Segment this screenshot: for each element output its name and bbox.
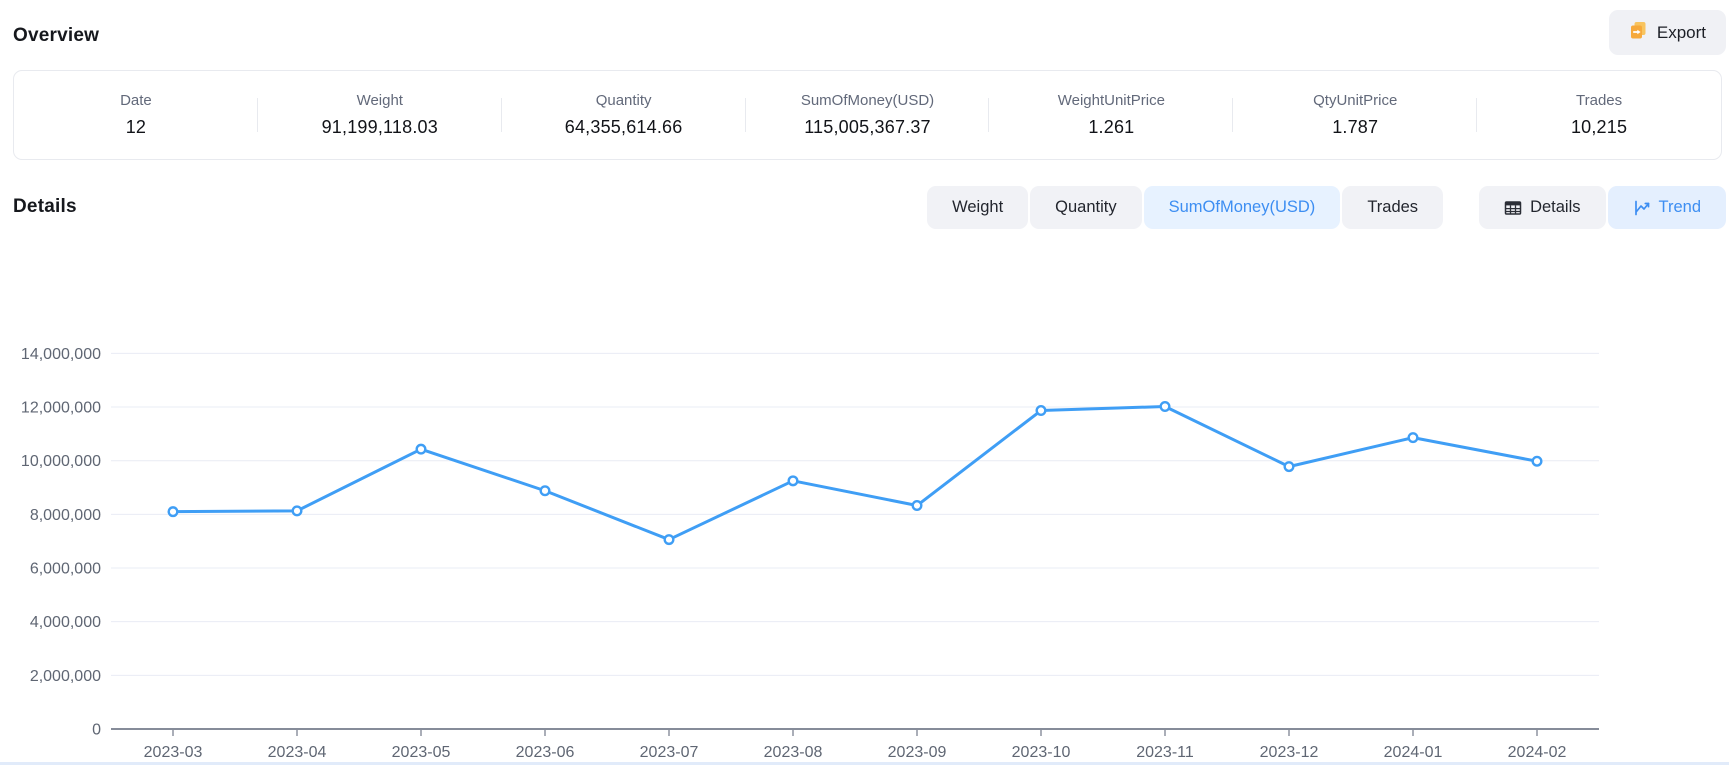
stat-sum-of-money: SumOfMoney(USD) 115,005,367.37 — [746, 86, 990, 144]
overview-heading: Overview — [13, 25, 99, 47]
chart-data-point[interactable] — [1409, 433, 1418, 442]
view-tab-details[interactable]: Details — [1479, 186, 1605, 229]
stat-qty-unit-price: QtyUnitPrice 1.787 — [1233, 86, 1477, 144]
stat-label: Weight — [258, 92, 502, 109]
stat-trades: Trades 10,215 — [1477, 86, 1721, 144]
chart-data-point[interactable] — [541, 486, 550, 495]
metric-tab-group: Weight Quantity SumOfMoney(USD) Trades — [927, 186, 1443, 229]
trend-chart-area: 0 2,000,000 4,000,000 6,000,000 8,000,000 10,… — [0, 270, 1729, 765]
chart-data-point[interactable] — [169, 507, 178, 516]
chart-data-point[interactable] — [293, 507, 302, 516]
view-tab-trend[interactable]: Trend — [1608, 186, 1727, 229]
stat-weight-unit-price: WeightUnitPrice 1.261 — [989, 86, 1233, 144]
overview-stats-card: Date 12 Weight 91,199,118.03 Quantity 64… — [13, 70, 1722, 160]
export-button-label: Export — [1657, 23, 1706, 43]
stat-label: QtyUnitPrice — [1233, 92, 1477, 109]
stat-label: Trades — [1477, 92, 1721, 109]
stat-value: 1.261 — [989, 117, 1233, 138]
stat-label: SumOfMoney(USD) — [746, 92, 990, 109]
dashboard-page: Overview Export Date 12 Weight 91,199,11… — [0, 0, 1729, 765]
x-tick-label: 2024-01 — [1384, 744, 1443, 761]
stat-label: Quantity — [502, 92, 746, 109]
chart-data-point[interactable] — [1285, 462, 1294, 471]
x-tick-label: 2023-04 — [268, 744, 327, 761]
stat-label: WeightUnitPrice — [989, 92, 1233, 109]
chart-data-point[interactable] — [913, 501, 922, 510]
table-icon — [1504, 199, 1522, 217]
chart-data-point[interactable] — [789, 477, 798, 486]
chart-data-point[interactable] — [1161, 402, 1170, 411]
stat-quantity: Quantity 64,355,614.66 — [502, 86, 746, 144]
chart-data-point[interactable] — [417, 445, 426, 454]
x-tick-label: 2023-11 — [1136, 744, 1194, 761]
x-tick-label: 2023-06 — [516, 744, 575, 761]
x-tick-label: 2023-08 — [764, 744, 823, 761]
tab-sum-of-money[interactable]: SumOfMoney(USD) — [1144, 186, 1341, 229]
stat-weight: Weight 91,199,118.03 — [258, 86, 502, 144]
details-heading: Details — [13, 196, 77, 218]
chart-data-point[interactable] — [1037, 406, 1046, 415]
y-tick-label: 6,000,000 — [30, 561, 101, 578]
y-tick-label: 8,000,000 — [30, 507, 101, 524]
trend-line-chart: 0 2,000,000 4,000,000 6,000,000 8,000,000 10,… — [0, 270, 1729, 765]
trend-line — [173, 407, 1537, 540]
view-toggle-group: Details Trend — [1479, 186, 1726, 229]
stat-value: 10,215 — [1477, 117, 1721, 138]
chart-data-point[interactable] — [1533, 457, 1542, 466]
tab-quantity[interactable]: Quantity — [1030, 186, 1141, 229]
details-controls: Weight Quantity SumOfMoney(USD) Trades D… — [927, 186, 1726, 229]
y-tick-label: 12,000,000 — [21, 400, 101, 417]
x-tick-label: 2023-05 — [392, 744, 451, 761]
stat-value: 12 — [14, 117, 258, 138]
x-tick-label: 2023-07 — [640, 744, 699, 761]
stat-value: 1.787 — [1233, 117, 1477, 138]
y-tick-label: 10,000,000 — [21, 453, 101, 470]
view-tab-label: Trend — [1659, 198, 1702, 217]
x-tick-label: 2023-12 — [1260, 744, 1319, 761]
export-file-icon — [1629, 21, 1648, 45]
x-tick-label: 2024-02 — [1508, 744, 1567, 761]
y-tick-label: 4,000,000 — [30, 614, 101, 631]
view-tab-label: Details — [1530, 198, 1580, 217]
y-tick-label: 2,000,000 — [30, 668, 101, 685]
trend-icon — [1633, 199, 1651, 217]
tab-weight[interactable]: Weight — [927, 186, 1028, 229]
tab-trades[interactable]: Trades — [1342, 186, 1443, 229]
y-tick-label: 14,000,000 — [21, 346, 101, 363]
x-tick-label: 2023-03 — [144, 744, 203, 761]
y-tick-label: 0 — [92, 722, 101, 739]
stat-label: Date — [14, 92, 258, 109]
stat-date: Date 12 — [14, 86, 258, 144]
stat-value: 91,199,118.03 — [258, 117, 502, 138]
stat-value: 115,005,367.37 — [746, 117, 990, 138]
chart-data-point[interactable] — [665, 535, 674, 544]
stat-value: 64,355,614.66 — [502, 117, 746, 138]
export-button[interactable]: Export — [1609, 10, 1726, 55]
x-tick-label: 2023-10 — [1012, 744, 1071, 761]
x-tick-label: 2023-09 — [888, 744, 947, 761]
